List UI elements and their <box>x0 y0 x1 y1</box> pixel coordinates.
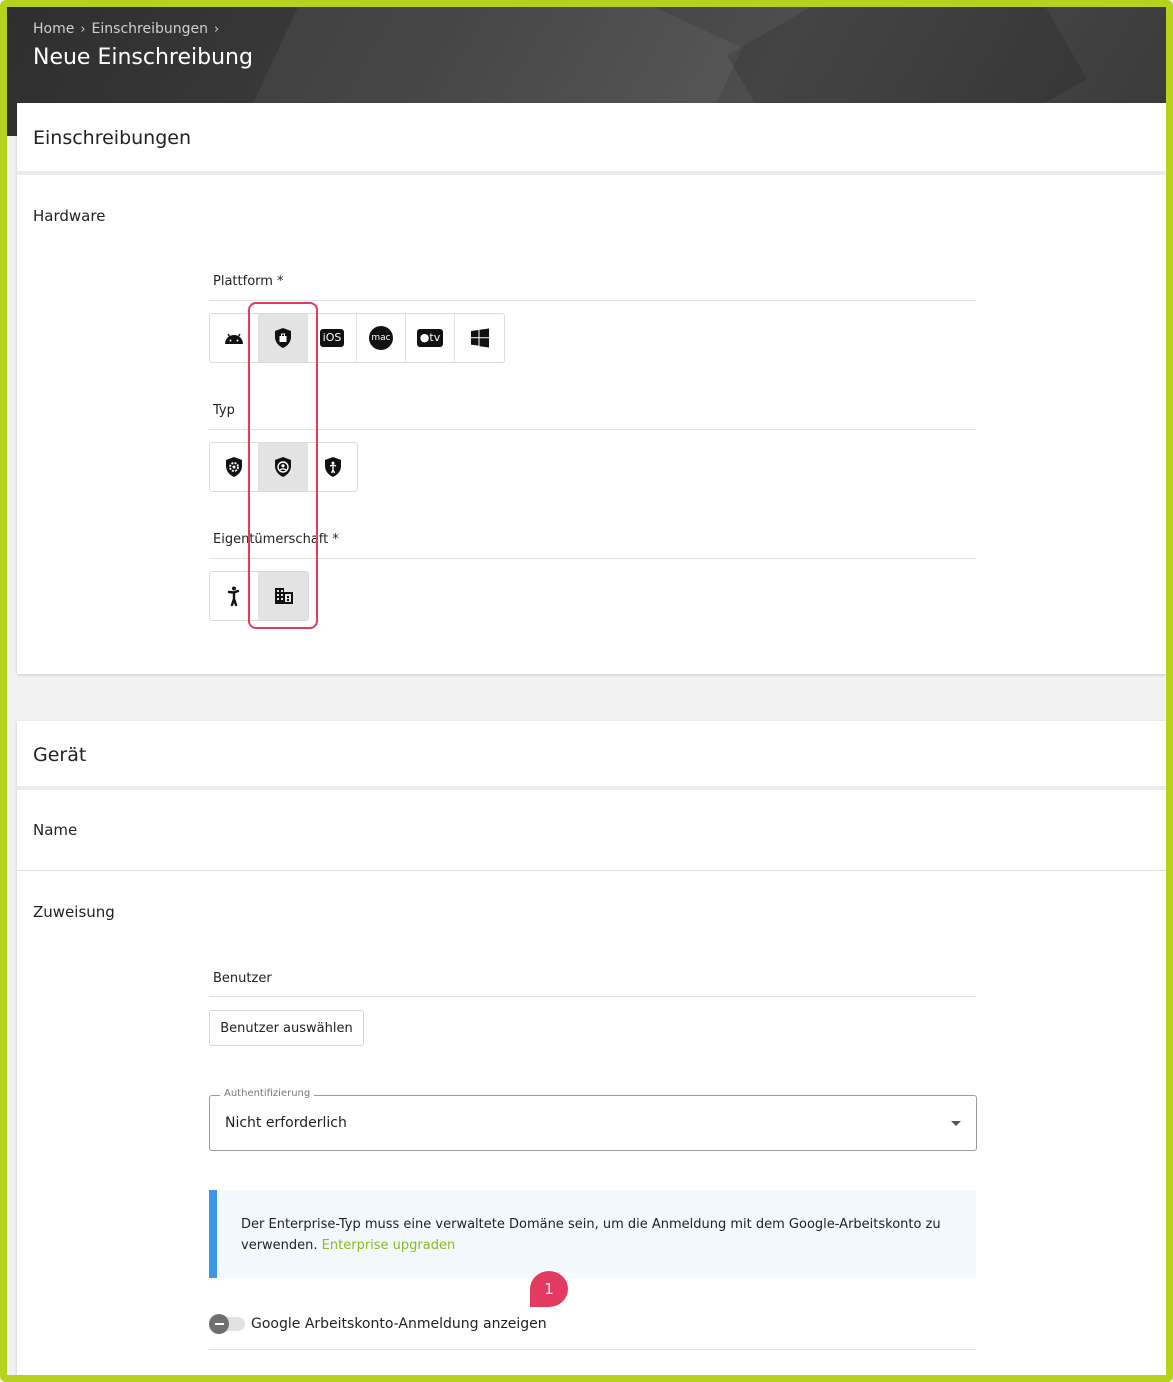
apple-tv-icon: ●tv <box>416 329 444 347</box>
authentication-label: Authentifizierung <box>220 1088 315 1099</box>
apple-tv-text: tv <box>429 331 441 344</box>
authentication-value: Nicht erforderlich <box>225 1115 347 1131</box>
google-login-toggle-row: Google Arbeitskonto-Anmeldung anzeigen <box>209 1314 547 1334</box>
section-hardware: Hardware <box>33 207 106 225</box>
google-login-toggle-label: Google Arbeitskonto-Anmeldung anzeigen <box>251 1316 547 1332</box>
info-alert: Der Enterprise-Typ muss eine verwaltete … <box>209 1190 976 1278</box>
divider <box>209 1349 976 1350</box>
macos-icon: mac <box>369 326 393 350</box>
toggle-knob <box>209 1314 229 1334</box>
personal-icon <box>227 586 240 607</box>
info-text-block: Der Enterprise-Typ muss eine verwaltete … <box>241 1214 941 1256</box>
divider <box>17 870 1166 871</box>
breadcrumb: Home › Einschreibungen › <box>33 21 219 37</box>
divider <box>17 786 1166 790</box>
chevron-right-icon: › <box>213 21 220 37</box>
enterprise-upgrade-link[interactable]: Enterprise upgraden <box>322 1238 456 1253</box>
chevron-right-icon: › <box>80 21 86 37</box>
fully-managed-icon <box>226 457 242 477</box>
section-assignment: Zuweisung <box>33 903 115 921</box>
card-title: Gerät <box>33 744 87 766</box>
breadcrumb-home[interactable]: Home <box>33 21 74 37</box>
card-title: Einschreibungen <box>33 127 192 149</box>
divider <box>209 558 976 559</box>
breadcrumb-enrollments[interactable]: Einschreibungen <box>92 21 208 37</box>
platform-label: Plattform * <box>213 274 284 289</box>
page-title: Neue Einschreibung <box>33 45 253 70</box>
dropdown-arrow-icon <box>951 1121 961 1126</box>
selection-highlight <box>248 302 318 629</box>
divider <box>209 996 976 997</box>
android-icon <box>225 333 243 344</box>
authentication-select[interactable]: Authentifizierung Nicht erforderlich <box>209 1088 977 1151</box>
dedicated-device-icon <box>324 457 341 477</box>
windows-icon <box>470 328 489 348</box>
type-label: Typ <box>213 403 235 418</box>
apple-tv-option[interactable]: ●tv <box>406 314 455 362</box>
step-badge: 1 <box>530 1271 568 1307</box>
macos-option[interactable]: mac <box>357 314 406 362</box>
windows-option[interactable] <box>455 314 504 362</box>
ios-icon: iOS <box>319 329 345 347</box>
device-card: Gerät Name Zuweisung Benutzer Benutzer a… <box>17 721 1166 1382</box>
divider <box>209 300 976 301</box>
enrollments-card: Einschreibungen Hardware Plattform * iOS… <box>17 103 1166 674</box>
user-label: Benutzer <box>213 971 272 986</box>
divider <box>17 171 1166 175</box>
section-name: Name <box>33 821 78 839</box>
select-user-button[interactable]: Benutzer auswählen <box>209 1010 364 1046</box>
google-login-toggle[interactable] <box>209 1314 245 1334</box>
divider <box>209 429 976 430</box>
